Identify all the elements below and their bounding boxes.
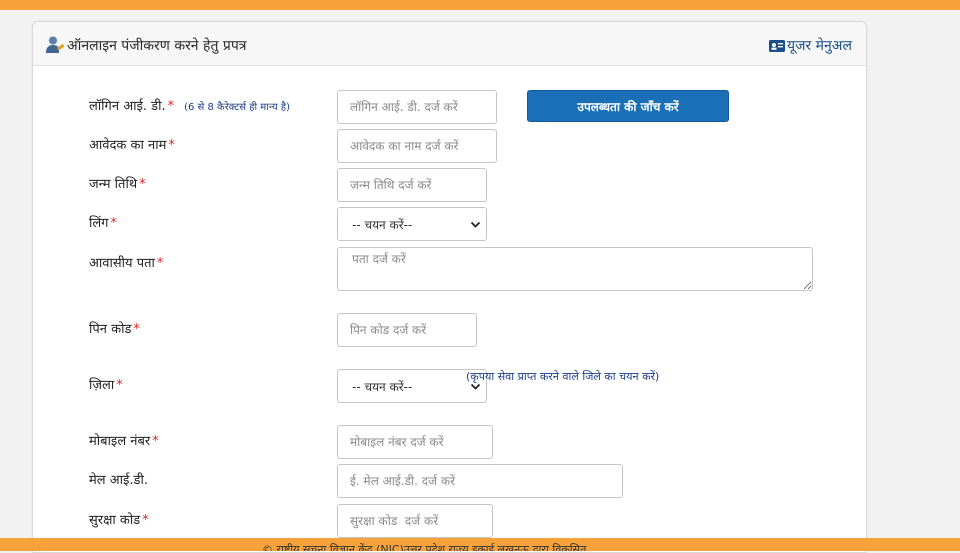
applicant-name-label-text: आवेदक का नाम [89,138,167,153]
required-mark: * [142,513,149,528]
login-id-input[interactable] [337,90,497,124]
gender-select-value: -- चयन करें-- [352,217,413,232]
check-availability-button[interactable]: उपलब्धता की जाँच करें [527,90,729,122]
required-mark: * [116,378,123,393]
required-mark: * [156,256,164,271]
dob-input[interactable] [337,168,487,202]
district-label-text: ज़िला [89,378,115,393]
district-note: (कृपया सेवा प्राप्त करने वाले जिले का चय… [466,370,660,383]
required-mark: * [133,322,140,337]
email-label-text: मेल आई.डी. [89,473,148,488]
captcha-label-text: सुरक्षा कोड [89,513,141,528]
email-label: मेल आई.डी. [89,470,148,488]
captcha-label: सुरक्षा कोड * [89,510,149,528]
district-select[interactable]: -- चयन करें-- [337,369,487,403]
applicant-name-input[interactable] [337,129,497,163]
captcha-input[interactable] [337,504,493,538]
gender-label: लिंग * [89,213,117,231]
login-id-label-text: लॉगिन आई. डी. [89,99,166,114]
id-card-icon [768,39,785,52]
applicant-name-label: आवेदक का नाम * [89,135,175,153]
gender-label-text: लिंग [89,216,109,231]
gender-select[interactable]: -- चयन करें-- [337,207,487,241]
panel-title: ऑनलाइन पंजीकरण करने हेतु प्रपत्र [67,38,247,54]
mobile-label-text: मोबाइल नंबर [89,434,151,449]
required-mark: * [167,99,175,114]
email-input[interactable] [337,464,623,498]
login-id-hint: (6 से 8 कैरेक्टर्स ही मान्य है) [184,102,291,113]
dob-label-text: जन्म तिथि [89,177,138,192]
dob-label: जन्म तिथि * [89,174,146,192]
top-accent-bar [0,0,960,10]
pincode-label-text: पिन कोड [89,322,132,337]
footer-bar: © राष्ट्रीय सूचना विज्ञान केंद्र (NIC)उत… [0,538,960,551]
address-textarea[interactable] [337,247,813,291]
mobile-input[interactable] [337,425,493,459]
footer-text: © राष्ट्रीय सूचना विज्ञान केंद्र (NIC)उत… [262,543,587,551]
panel-header: ऑनलाइन पंजीकरण करने हेतु प्रपत्र यूजर मे… [33,22,866,66]
district-select-value: -- चयन करें-- [352,379,413,394]
required-mark: * [110,216,118,231]
user-edit-icon [46,36,65,53]
login-id-label: लॉगिन आई. डी. * (6 से 8 कैरेक्टर्स ही मान्… [89,96,290,114]
pincode-label: पिन कोड * [89,319,140,337]
pincode-input[interactable] [337,313,477,347]
mobile-label: मोबाइल नंबर * [89,431,159,449]
required-mark: * [152,434,159,449]
chevron-down-icon [470,221,481,228]
address-label: आवासीय पता * [89,253,163,271]
user-manual-label: यूजर मेनुअल [786,38,852,54]
required-mark: * [168,138,175,153]
district-label: ज़िला * [89,375,123,393]
address-label-text: आवासीय पता [89,256,155,271]
required-mark: * [139,177,146,192]
user-manual-link[interactable]: यूजर मेनुअल [768,36,852,55]
